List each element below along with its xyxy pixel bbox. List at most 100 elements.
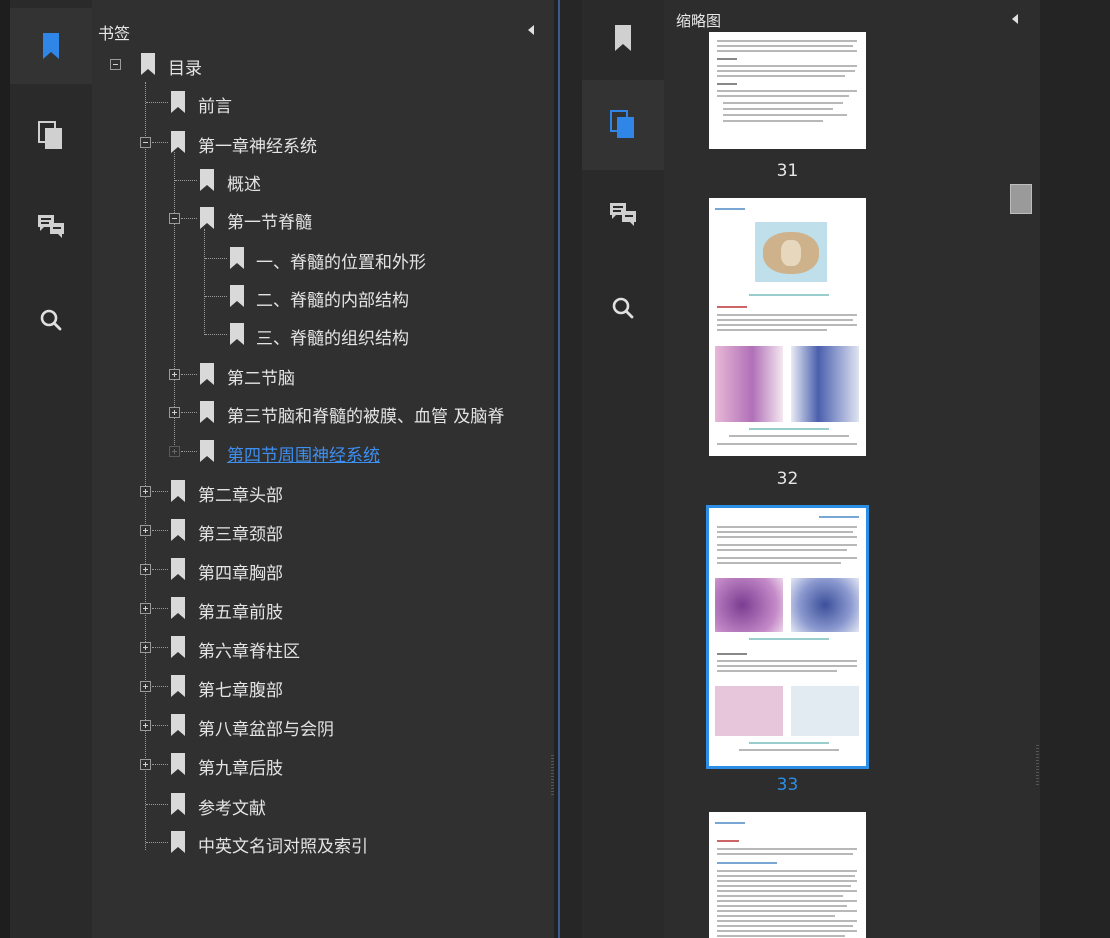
tree-connector	[152, 608, 168, 609]
expand-toggle[interactable]	[169, 369, 180, 380]
thumbnails-panel: 缩略图 31 32 33	[664, 0, 1040, 938]
expand-toggle[interactable]	[140, 720, 151, 731]
tree-connector	[181, 374, 197, 375]
bookmark-item-subsection-3[interactable]: 三、脊髓的组织结构	[256, 324, 409, 349]
search-icon	[612, 297, 634, 319]
page-number: 31	[776, 161, 799, 181]
bookmark-item-subsection-1[interactable]: 一、脊髓的位置和外形	[256, 248, 426, 273]
bookmark-item-chapter-6[interactable]: 第六章脊柱区	[198, 637, 300, 662]
bookmarks-tab-button[interactable]	[582, 0, 664, 76]
comments-icon	[38, 215, 64, 238]
bookmark-item-chapter-4[interactable]: 第四章胸部	[198, 559, 283, 584]
bookmark-icon	[230, 247, 244, 269]
bookmark-item-overview[interactable]: 概述	[227, 170, 261, 195]
tree-connector	[145, 82, 146, 850]
page-thumbnail[interactable]	[709, 198, 866, 456]
pages-tab-button[interactable]	[582, 80, 664, 170]
window-edge	[0, 0, 10, 938]
panel-resize-grip[interactable]	[1036, 745, 1039, 787]
bookmark-item-chapter-9[interactable]: 第九章后肢	[198, 754, 283, 779]
bookmark-icon	[615, 25, 631, 51]
bookmark-icon	[200, 401, 214, 423]
collapse-panel-button[interactable]	[528, 25, 534, 35]
bookmark-icon	[171, 753, 185, 775]
bookmark-item-chapter-3[interactable]: 第三章颈部	[198, 520, 283, 545]
right-sidebar-rail	[582, 0, 664, 938]
bookmark-icon	[200, 363, 214, 385]
bookmark-icon	[171, 558, 185, 580]
page-thumbnail-selected[interactable]	[706, 505, 869, 769]
expand-toggle[interactable]	[140, 642, 151, 653]
tree-connector	[175, 180, 197, 181]
pdf-reader-window: 书签 目录 前言 第一章神经系统 概述 第一节脊髓 一、脊髓的位置和外形 二、脊…	[0, 0, 1110, 938]
tree-connector	[152, 647, 168, 648]
tree-connector	[152, 491, 168, 492]
bookmark-item-section-spinal-cord[interactable]: 第一节脊髓	[227, 208, 312, 233]
expand-toggle[interactable]	[140, 681, 151, 692]
pages-tab-button[interactable]	[10, 98, 92, 174]
figure-image	[715, 578, 783, 632]
page-thumbnail[interactable]	[709, 32, 866, 149]
page-number-selected: 33	[776, 775, 799, 795]
tree-connector	[146, 102, 168, 103]
scrollbar-track[interactable]	[1040, 0, 1110, 938]
page-thumbnail[interactable]	[709, 812, 866, 938]
figure-image	[755, 222, 827, 282]
bookmark-icon	[171, 597, 185, 619]
pages-icon	[38, 121, 62, 149]
tree-connector	[181, 218, 197, 219]
tree-connector	[152, 530, 168, 531]
tree-connector	[152, 686, 168, 687]
tree-connector	[205, 296, 227, 297]
tree-connector	[152, 569, 168, 570]
expand-toggle[interactable]	[169, 446, 180, 457]
tree-connector	[146, 804, 168, 805]
bookmark-icon	[200, 440, 214, 462]
bookmark-item-toc[interactable]: 目录	[168, 54, 202, 79]
tree-connector	[205, 334, 227, 335]
bookmark-icon	[230, 323, 244, 345]
collapse-toggle[interactable]	[169, 213, 180, 224]
bookmark-icon	[141, 53, 155, 75]
bookmark-item-chapter-1[interactable]: 第一章神经系统	[198, 132, 317, 157]
bookmark-item-index[interactable]: 中英文名词对照及索引	[198, 832, 368, 857]
bookmark-icon	[171, 131, 185, 153]
bookmark-item-references[interactable]: 参考文献	[198, 794, 266, 819]
scrollbar-thumb[interactable]	[1010, 184, 1032, 214]
tree-connector	[152, 764, 168, 765]
bookmark-icon	[200, 207, 214, 229]
bookmark-item-chapter-5[interactable]: 第五章前肢	[198, 598, 283, 623]
bookmark-item-chapter-2[interactable]: 第二章头部	[198, 481, 283, 506]
page-number: 32	[776, 469, 799, 489]
bookmark-icon	[171, 519, 185, 541]
bookmark-icon	[230, 285, 244, 307]
bookmark-item-chapter-8[interactable]: 第八章盆部与会阴	[198, 715, 334, 740]
bookmark-item-section-meninges[interactable]: 第三节脑和脊髓的被膜、血管 及脑脊	[227, 402, 504, 427]
bookmark-icon	[171, 793, 185, 815]
bookmark-icon	[43, 33, 59, 59]
search-tab-button[interactable]	[10, 282, 92, 358]
search-tab-button[interactable]	[582, 270, 664, 346]
search-icon	[40, 309, 62, 331]
bookmark-item-chapter-7[interactable]: 第七章腹部	[198, 676, 283, 701]
bookmark-item-section-brain[interactable]: 第二节脑	[227, 364, 295, 389]
collapse-panel-button[interactable]	[1012, 14, 1018, 24]
bookmark-item-section-peripheral-nerves[interactable]: 第四节周围神经系统	[227, 441, 380, 466]
expand-toggle[interactable]	[140, 603, 151, 614]
collapse-toggle[interactable]	[140, 137, 151, 148]
bookmark-item-preface[interactable]: 前言	[198, 92, 232, 117]
bookmarks-tab-button[interactable]	[10, 8, 92, 84]
expand-toggle[interactable]	[169, 407, 180, 418]
bookmark-item-subsection-2[interactable]: 二、脊髓的内部结构	[256, 286, 409, 311]
expand-toggle[interactable]	[140, 525, 151, 536]
tree-connector	[152, 142, 168, 143]
bookmark-icon	[200, 169, 214, 191]
expand-toggle[interactable]	[140, 486, 151, 497]
figure-image	[791, 346, 859, 422]
collapse-toggle[interactable]	[110, 59, 121, 70]
expand-toggle[interactable]	[140, 564, 151, 575]
comments-tab-button[interactable]	[582, 176, 664, 252]
comments-tab-button[interactable]	[10, 188, 92, 264]
tree-connector	[152, 725, 168, 726]
expand-toggle[interactable]	[140, 759, 151, 770]
